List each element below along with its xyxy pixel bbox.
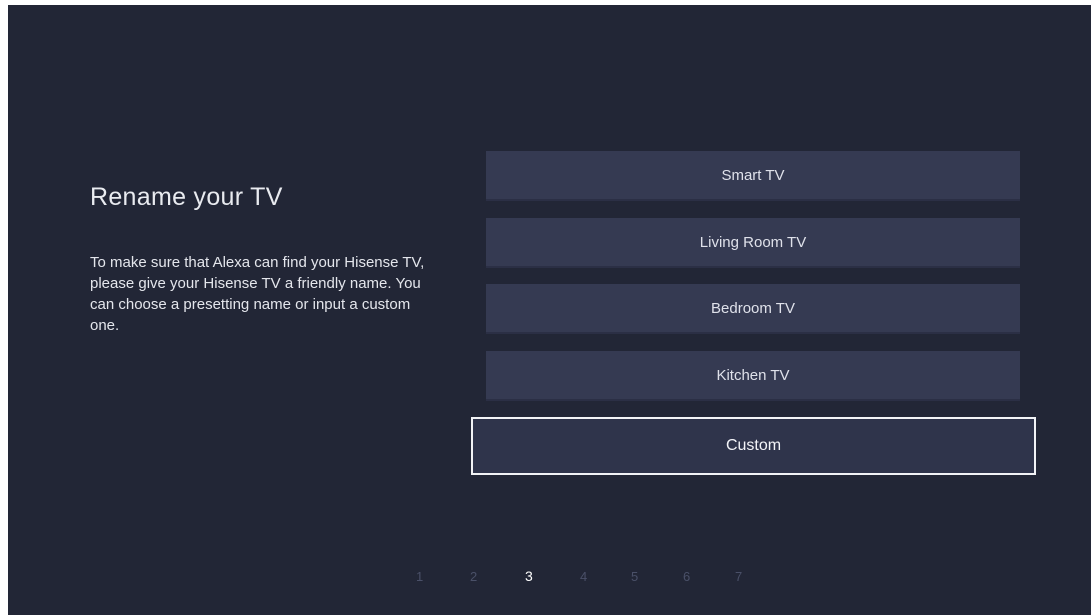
step-pager: 1 2 3 4 5 6 7 (8, 568, 1091, 589)
option-label: Kitchen TV (716, 366, 790, 384)
option-label: Living Room TV (699, 233, 807, 251)
option-kitchen-tv[interactable]: Kitchen TV (486, 351, 1020, 401)
name-options-list: Smart TV Living Room TV Bedroom TV Kitch… (8, 5, 1091, 615)
option-label: Custom (725, 437, 782, 454)
page-indicator-3[interactable]: 3 (525, 568, 533, 584)
option-label: Bedroom TV (711, 299, 795, 317)
option-bedroom-tv[interactable]: Bedroom TV (486, 284, 1020, 334)
option-living-room-tv[interactable]: Living Room TV (486, 218, 1020, 268)
option-label: Smart TV (721, 166, 785, 184)
page-indicator-4[interactable]: 4 (580, 569, 587, 584)
page-indicator-6[interactable]: 6 (683, 569, 690, 584)
page-indicator-7[interactable]: 7 (735, 569, 742, 584)
page-indicator-2[interactable]: 2 (470, 569, 477, 584)
page-indicator-5[interactable]: 5 (631, 569, 638, 584)
rename-tv-screen: Rename your TV To make sure that Alexa c… (8, 5, 1091, 615)
page-indicator-1[interactable]: 1 (416, 569, 423, 584)
option-custom[interactable]: Custom (471, 417, 1036, 475)
option-smart-tv[interactable]: Smart TV (486, 151, 1020, 201)
